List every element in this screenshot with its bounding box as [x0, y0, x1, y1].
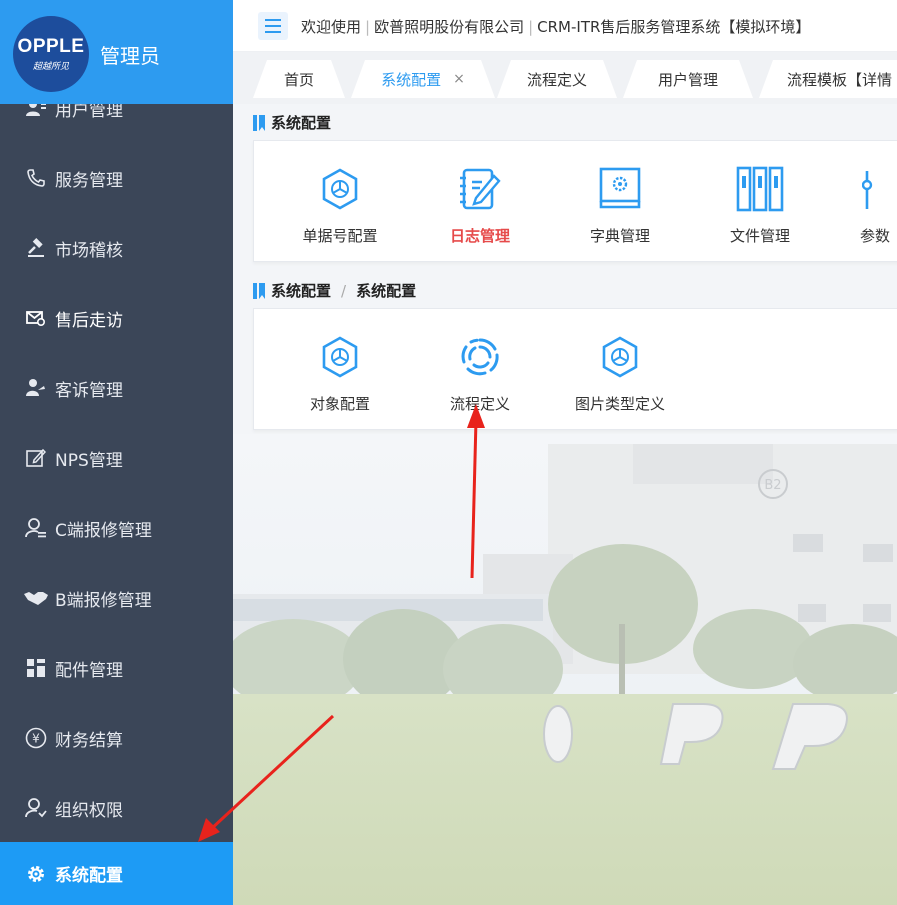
menu-toggle-button[interactable]	[258, 12, 288, 40]
tab-system-config[interactable]: 系统配置 ×	[351, 60, 495, 98]
complaint-icon	[24, 376, 48, 400]
sliders-icon	[860, 165, 880, 213]
sidebar-item-label: 配件管理	[55, 660, 123, 681]
user-repair-icon	[24, 516, 48, 540]
background-image: B2	[233, 434, 897, 905]
sidebar-item-label: 组织权限	[55, 800, 123, 821]
tile-file-management[interactable]: 文件管理	[690, 147, 830, 247]
sidebar-item-c-repair[interactable]: C端报修管理	[0, 493, 233, 563]
sidebar-item-label: 售后走访	[55, 310, 123, 331]
welcome-text: 欢迎使用 | 欧普照明股份有限公司 | CRM-ITR售后服务管理系统【模拟环境】	[301, 18, 811, 36]
tab-process-definition[interactable]: 流程定义	[497, 60, 617, 98]
tile-log-management[interactable]: 日志管理	[410, 147, 550, 247]
sidebar: 用户管理 服务管理 市场稽核 售后走访 客诉管理 NPS管理 C端报修管理 B端…	[0, 0, 233, 905]
sidebar-item-after-sales-visit[interactable]: 售后走访	[0, 283, 233, 353]
sidebar-item-label: 系统配置	[55, 866, 123, 886]
hexagon-icon	[596, 333, 644, 381]
sidebar-item-service[interactable]: 服务管理	[0, 143, 233, 213]
sidebar-item-b-repair[interactable]: B端报修管理	[0, 563, 233, 633]
yen-icon: ¥	[24, 726, 48, 750]
tile-parameters[interactable]: 参数	[830, 147, 897, 247]
gavel-icon	[24, 236, 48, 260]
tile-object-config[interactable]: 对象配置	[270, 315, 410, 415]
close-icon[interactable]: ×	[453, 71, 465, 87]
sidebar-item-label: NPS管理	[55, 450, 123, 471]
tile-process-definition[interactable]: 流程定义	[410, 315, 550, 415]
admin-name[interactable]: 管理员	[100, 40, 160, 69]
tab-process-template-detail[interactable]: 流程模板【详情	[759, 60, 897, 98]
tile-dictionary-management[interactable]: 字典管理	[550, 147, 690, 247]
sidebar-item-org-permission[interactable]: 组织权限	[0, 773, 233, 843]
visit-icon	[24, 306, 48, 330]
sidebar-item-system-config[interactable]: 系统配置	[0, 842, 233, 905]
sidebar-item-label: B端报修管理	[55, 590, 152, 611]
sidebar-item-label: 市场稽核	[55, 240, 123, 261]
hamburger-icon	[265, 19, 281, 33]
aperture-icon	[456, 333, 504, 381]
gear-icon	[24, 862, 48, 886]
top-header: 欢迎使用 | 欧普照明股份有限公司 | CRM-ITR售后服务管理系统【模拟环境】	[233, 0, 897, 52]
section-title-breadcrumb: 系统配置 / 系统配置	[253, 280, 416, 301]
sidebar-item-complaint[interactable]: 客诉管理	[0, 353, 233, 423]
hexagon-icon	[316, 333, 364, 381]
notebook-pen-icon	[456, 165, 504, 213]
handshake-icon	[24, 586, 48, 610]
bookmark-icon	[253, 282, 265, 299]
sidebar-item-finance[interactable]: ¥ 财务结算	[0, 703, 233, 773]
company-name: 欧普照明股份有限公司	[374, 18, 525, 36]
system-name: CRM-ITR售后服务管理系统【模拟环境】	[537, 18, 811, 36]
main-content: B2 系统配置 单据号配置 日志管理 字典管理 文件管理 参数 系统配置 / 系…	[233, 104, 897, 905]
tile-image-type-definition[interactable]: 图片类型定义	[550, 315, 690, 415]
config-panel-sub: 对象配置 流程定义 图片类型定义	[253, 308, 897, 430]
sidebar-item-label: 客诉管理	[55, 380, 123, 401]
user-org-icon	[24, 796, 48, 820]
sidebar-item-parts[interactable]: 配件管理	[0, 633, 233, 703]
bookmark-icon	[253, 114, 265, 131]
grid-icon	[24, 656, 48, 680]
dictionary-icon	[596, 165, 644, 213]
svg-text:B2: B2	[764, 478, 781, 493]
tile-doc-number-config[interactable]: 单据号配置	[270, 147, 410, 247]
sidebar-item-label: C端报修管理	[55, 520, 152, 541]
sidebar-item-label: 服务管理	[55, 170, 123, 191]
sidebar-item-nps[interactable]: NPS管理	[0, 423, 233, 493]
sidebar-item-market-audit[interactable]: 市场稽核	[0, 213, 233, 283]
phone-icon	[24, 166, 48, 190]
tab-home[interactable]: 首页	[253, 60, 345, 98]
section-title: 系统配置	[253, 112, 331, 133]
files-icon	[736, 165, 784, 213]
sidebar-header: OPPLE 超越所见 管理员	[0, 0, 233, 104]
tab-bar: 首页 系统配置 × 流程定义 用户管理 流程模板【详情	[233, 52, 897, 104]
sidebar-item-label: 财务结算	[55, 730, 123, 751]
tab-user-management[interactable]: 用户管理	[623, 60, 753, 98]
hexagon-icon	[316, 165, 364, 213]
edit-icon	[24, 446, 48, 470]
opple-logo[interactable]: OPPLE 超越所见	[13, 16, 89, 92]
svg-text:¥: ¥	[32, 732, 40, 746]
config-panel: 单据号配置 日志管理 字典管理 文件管理 参数	[253, 140, 897, 262]
